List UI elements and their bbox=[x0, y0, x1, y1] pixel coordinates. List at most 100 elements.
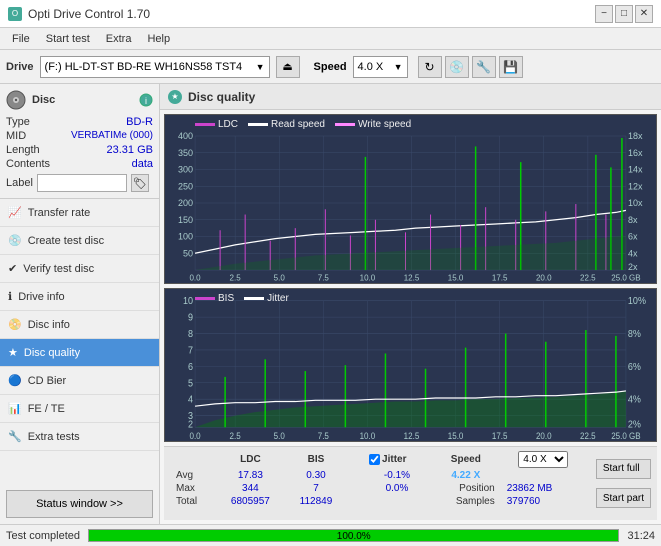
disc-info-icon: 📀 bbox=[8, 318, 22, 331]
svg-text:200: 200 bbox=[178, 198, 193, 208]
disc-icon-button[interactable]: 💿 bbox=[445, 56, 469, 78]
svg-text:10.0: 10.0 bbox=[360, 430, 376, 441]
refresh-button[interactable]: ↻ bbox=[418, 56, 442, 78]
nav-disc-info[interactable]: 📀 Disc info bbox=[0, 311, 159, 339]
nav-drive-info[interactable]: ℹ Drive info bbox=[0, 283, 159, 311]
svg-text:9: 9 bbox=[188, 312, 193, 324]
nav-drive-info-label: Drive info bbox=[18, 291, 64, 303]
disc-length-row: Length 23.31 GB bbox=[6, 144, 153, 156]
nav-extra-tests[interactable]: 🔧 Extra tests bbox=[0, 423, 159, 451]
eject-button[interactable]: ⏏ bbox=[276, 56, 300, 78]
charts-area: LDC Read speed Write speed bbox=[160, 110, 661, 524]
svg-text:14x: 14x bbox=[628, 164, 643, 174]
content-header: ★ Disc quality bbox=[160, 84, 661, 110]
chart2-legend: BIS Jitter bbox=[195, 293, 289, 304]
nav-create-test-disc[interactable]: 💿 Create test disc bbox=[0, 227, 159, 255]
svg-text:22.5: 22.5 bbox=[580, 430, 596, 441]
col-speed-select: 4.0 X bbox=[501, 450, 586, 469]
minimize-button[interactable]: − bbox=[595, 5, 613, 23]
bottom-bar: Test completed 100.0% 31:24 bbox=[0, 524, 661, 546]
chart1-svg: 400 350 300 250 200 150 100 50 18x 16x 1… bbox=[165, 115, 656, 283]
svg-text:0.0: 0.0 bbox=[189, 273, 201, 282]
titlebar: O Opti Drive Control 1.70 − □ ✕ bbox=[0, 0, 661, 28]
svg-text:12.5: 12.5 bbox=[404, 430, 420, 441]
svg-text:12x: 12x bbox=[628, 181, 643, 191]
legend-bis: BIS bbox=[195, 293, 234, 304]
svg-text:20.0: 20.0 bbox=[536, 273, 552, 282]
speed-select-right[interactable]: 4.0 X bbox=[518, 451, 568, 468]
nav-disc-quality[interactable]: ★ Disc quality bbox=[0, 339, 159, 367]
svg-text:2.5: 2.5 bbox=[230, 273, 242, 282]
time-text: 31:24 bbox=[627, 530, 655, 542]
chart2-svg: 10 9 8 7 6 5 4 3 2 10% 8% 6% bbox=[165, 289, 656, 441]
speed-label: Speed bbox=[314, 61, 347, 73]
titlebar-left: O Opti Drive Control 1.70 bbox=[8, 7, 150, 21]
nav-disc-quality-label: Disc quality bbox=[24, 347, 80, 359]
maximize-button[interactable]: □ bbox=[615, 5, 633, 23]
save-button[interactable]: 💾 bbox=[499, 56, 523, 78]
svg-text:10: 10 bbox=[183, 295, 194, 307]
drivebar: Drive (F:) HL-DT-ST BD-RE WH16NS58 TST4 … bbox=[0, 50, 661, 84]
drive-label: Drive bbox=[6, 61, 34, 73]
svg-text:8: 8 bbox=[188, 328, 194, 340]
verify-test-disc-icon: ✔ bbox=[8, 262, 17, 275]
nav-cd-bier[interactable]: 🔵 CD Bier bbox=[0, 367, 159, 395]
chart2: BIS Jitter bbox=[164, 288, 657, 442]
drive-select-arrow: ▼ bbox=[256, 62, 265, 72]
status-window-button[interactable]: Status window >> bbox=[6, 490, 153, 518]
start-full-button[interactable]: Start full bbox=[596, 459, 651, 479]
svg-text:150: 150 bbox=[178, 215, 193, 225]
disc-mid-row: MID VERBATIMe (000) bbox=[6, 130, 153, 142]
menu-start-test[interactable]: Start test bbox=[38, 31, 98, 47]
nav-verify-test-disc[interactable]: ✔ Verify test disc bbox=[0, 255, 159, 283]
menu-file[interactable]: File bbox=[4, 31, 38, 47]
settings-button[interactable]: 🔧 bbox=[472, 56, 496, 78]
jitter-checkbox[interactable] bbox=[369, 454, 380, 465]
col-ldc: LDC bbox=[215, 450, 285, 469]
svg-text:2%: 2% bbox=[628, 418, 641, 430]
legend-jitter: Jitter bbox=[244, 293, 289, 304]
svg-text:25.0 GB: 25.0 GB bbox=[611, 430, 641, 441]
legend-write-speed: Write speed bbox=[335, 119, 411, 130]
nav-transfer-rate[interactable]: 📈 Transfer rate bbox=[0, 199, 159, 227]
menu-help[interactable]: Help bbox=[139, 31, 178, 47]
nav-verify-test-disc-label: Verify test disc bbox=[23, 263, 94, 275]
svg-text:16x: 16x bbox=[628, 148, 643, 158]
nav-fe-te[interactable]: 📊 FE / TE bbox=[0, 395, 159, 423]
label-icon-button[interactable]: 🏷 bbox=[131, 174, 149, 192]
svg-text:17.5: 17.5 bbox=[492, 430, 508, 441]
legend-ldc: LDC bbox=[195, 119, 238, 130]
disc-panel: Disc i Type BD-R MID VERBATIMe (000) Len… bbox=[0, 84, 159, 199]
app-title: Opti Drive Control 1.70 bbox=[28, 7, 150, 21]
svg-text:18x: 18x bbox=[628, 131, 643, 141]
svg-text:5: 5 bbox=[188, 377, 194, 389]
stats-table: LDC BIS Jitter Speed bbox=[170, 450, 586, 517]
progress-text: 100.0% bbox=[89, 530, 618, 542]
disc-contents-row: Contents data bbox=[6, 158, 153, 170]
stats-total-row: Total 6805957 112849 Samples 379760 bbox=[170, 495, 586, 508]
cd-bier-icon: 🔵 bbox=[8, 374, 22, 387]
app-icon: O bbox=[8, 7, 22, 21]
start-part-button[interactable]: Start part bbox=[596, 488, 651, 508]
progress-bar: 100.0% bbox=[88, 529, 619, 542]
disc-quality-icon: ★ bbox=[8, 346, 18, 359]
svg-text:15.0: 15.0 bbox=[448, 273, 464, 282]
disc-icon bbox=[6, 90, 26, 110]
disc-type-row: Type BD-R bbox=[6, 116, 153, 128]
svg-text:22.5: 22.5 bbox=[580, 273, 596, 282]
stats-buttons: Start full Start part bbox=[596, 450, 651, 517]
drive-select[interactable]: (F:) HL-DT-ST BD-RE WH16NS58 TST4 ▼ bbox=[40, 56, 270, 78]
nav-transfer-rate-label: Transfer rate bbox=[28, 207, 91, 219]
label-input[interactable] bbox=[37, 174, 127, 192]
svg-text:250: 250 bbox=[178, 181, 193, 191]
close-button[interactable]: ✕ bbox=[635, 5, 653, 23]
drive-select-text: (F:) HL-DT-ST BD-RE WH16NS58 TST4 bbox=[45, 61, 256, 73]
disc-title: Disc bbox=[32, 94, 55, 106]
svg-text:400: 400 bbox=[178, 131, 193, 141]
svg-text:i: i bbox=[145, 96, 147, 106]
speed-select[interactable]: 4.0 X ▼ bbox=[353, 56, 408, 78]
menu-extra[interactable]: Extra bbox=[98, 31, 140, 47]
menubar: File Start test Extra Help bbox=[0, 28, 661, 50]
nav-extra-tests-label: Extra tests bbox=[28, 431, 80, 443]
chart1-legend: LDC Read speed Write speed bbox=[195, 119, 411, 130]
